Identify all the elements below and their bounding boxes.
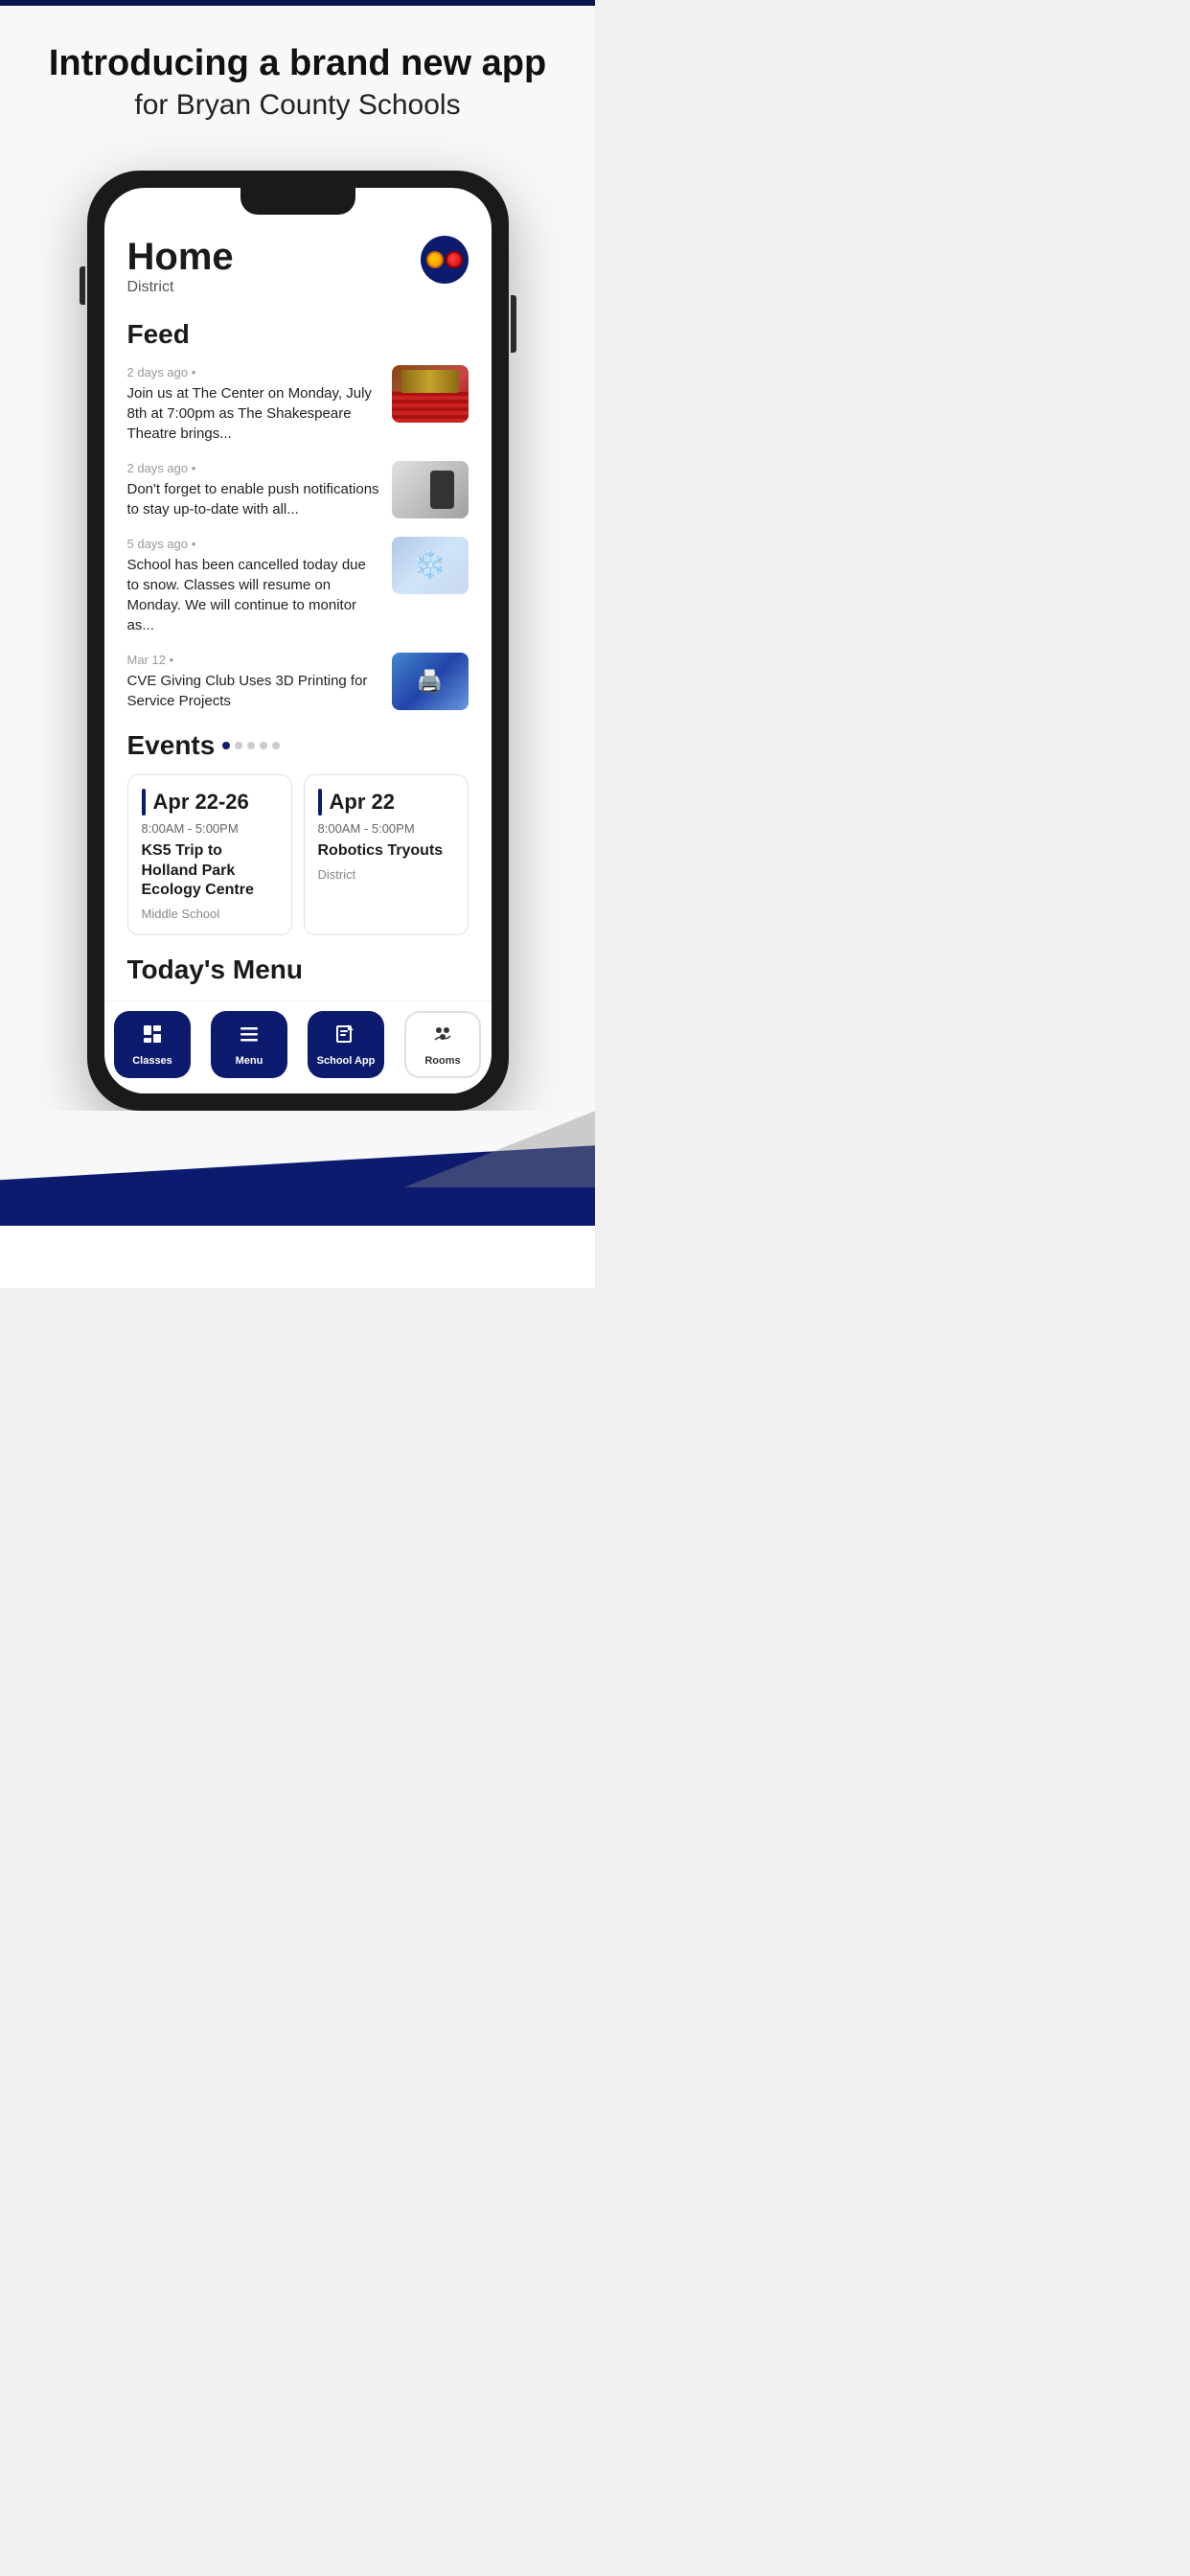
home-title-group: Home District [127,236,234,296]
dot-5 [272,742,280,749]
dot-3 [247,742,255,749]
feed-image-theater [392,365,469,423]
feed-item-2[interactable]: 2 days ago • Don't forget to enable push… [127,461,469,519]
feed-item-4[interactable]: Mar 12 • CVE Giving Club Uses 3D Printin… [127,653,469,711]
feed-text-1: 2 days ago • Join us at The Center on Mo… [127,365,380,444]
header-section: Introducing a brand new app for Bryan Co… [0,6,595,151]
rooms-icon [431,1023,454,1051]
feed-body-1: Join us at The Center on Monday, July 8t… [127,383,380,444]
feed-image-snow: ❄️ [392,537,469,594]
event-date-accent-2 [318,789,322,816]
headline: Introducing a brand new app [29,44,566,84]
dot-4 [260,742,267,749]
events-section: Events [127,730,469,935]
events-section-title: Events [127,730,216,761]
feed-body-2: Don't forget to enable push notification… [127,479,380,519]
page-background: Introducing a brand new app for Bryan Co… [0,0,595,1288]
district-logo-inner [423,238,467,282]
dot-2 [235,742,242,749]
event-date-bar-1: Apr 22-26 [142,789,278,816]
event-date-bar-2: Apr 22 [318,789,454,816]
event-date-1: Apr 22-26 [153,790,249,815]
feed-timestamp-2: 2 days ago • [127,461,380,475]
nav-item-school-app[interactable]: School App [308,1011,384,1078]
phone-notch [240,188,355,215]
event-card-1[interactable]: Apr 22-26 8:00AM - 5:00PM KS5 Trip to Ho… [127,774,292,935]
event-location-2: District [318,867,454,882]
event-time-2: 8:00AM - 5:00PM [318,821,454,836]
phone-wrapper: Home District [0,151,595,1111]
feed-image-3d: 🖨️ [392,653,469,710]
home-header: Home District [127,236,469,296]
events-row: Apr 22-26 8:00AM - 5:00PM KS5 Trip to Ho… [127,774,469,935]
event-time-1: 8:00AM - 5:00PM [142,821,278,836]
feed-timestamp-1: 2 days ago • [127,365,380,380]
3d-image: 🖨️ [392,653,469,710]
district-logo[interactable] [421,236,469,284]
nav-item-classes[interactable]: Classes [114,1011,191,1078]
event-name-1: KS5 Trip to Holland Park Ecology Centre [142,841,278,901]
feed-body-3: School has been cancelled today due to s… [127,555,380,635]
snow-image: ❄️ [392,537,469,594]
bottom-decor-gray [403,1111,595,1187]
event-location-1: Middle School [142,907,278,921]
nav-label-menu: Menu [236,1055,263,1067]
feed-section: Feed 2 days ago • Join us at The Center … [127,319,469,711]
phone-screen: Home District [104,188,492,1093]
feed-item-3[interactable]: 5 days ago • School has been cancelled t… [127,537,469,635]
dot-indicators [222,742,280,749]
menu-icon [238,1023,261,1051]
nav-label-classes: Classes [132,1055,172,1067]
home-title: Home [127,236,234,279]
phone-device: Home District [87,171,509,1111]
school-app-icon [334,1023,357,1051]
nav-item-rooms[interactable]: Rooms [404,1011,481,1078]
feed-image-phone [392,461,469,518]
phone-image [392,461,469,518]
bottom-nav: Classes Menu [104,1000,492,1093]
event-card-2[interactable]: Apr 22 8:00AM - 5:00PM Robotics Tryouts … [304,774,469,935]
feed-text-4: Mar 12 • CVE Giving Club Uses 3D Printin… [127,653,380,711]
feed-text-2: 2 days ago • Don't forget to enable push… [127,461,380,519]
subheadline: for Bryan County Schools [29,88,566,123]
event-date-accent-1 [142,789,146,816]
dot-1 [222,742,230,749]
nav-item-menu[interactable]: Menu [211,1011,287,1078]
feed-item-1[interactable]: 2 days ago • Join us at The Center on Mo… [127,365,469,444]
feed-section-title: Feed [127,319,469,350]
screen-content: Home District [104,188,492,985]
nav-label-rooms: Rooms [424,1055,460,1067]
logo-circle-left [426,251,444,268]
bottom-decor-area [0,1111,595,1226]
todays-menu-title: Today's Menu [127,954,469,985]
theater-image [392,365,469,423]
nav-label-school-app: School App [317,1055,376,1067]
feed-timestamp-3: 5 days ago • [127,537,380,551]
logo-circle-right [446,251,463,268]
logo-circles [426,251,463,268]
classes-icon [141,1023,164,1051]
event-name-2: Robotics Tryouts [318,841,454,862]
home-subtitle: District [127,279,234,296]
events-header: Events [127,730,469,761]
feed-body-4: CVE Giving Club Uses 3D Printing for Ser… [127,671,380,711]
event-date-2: Apr 22 [330,790,395,815]
feed-text-3: 5 days ago • School has been cancelled t… [127,537,380,635]
feed-timestamp-4: Mar 12 • [127,653,380,667]
